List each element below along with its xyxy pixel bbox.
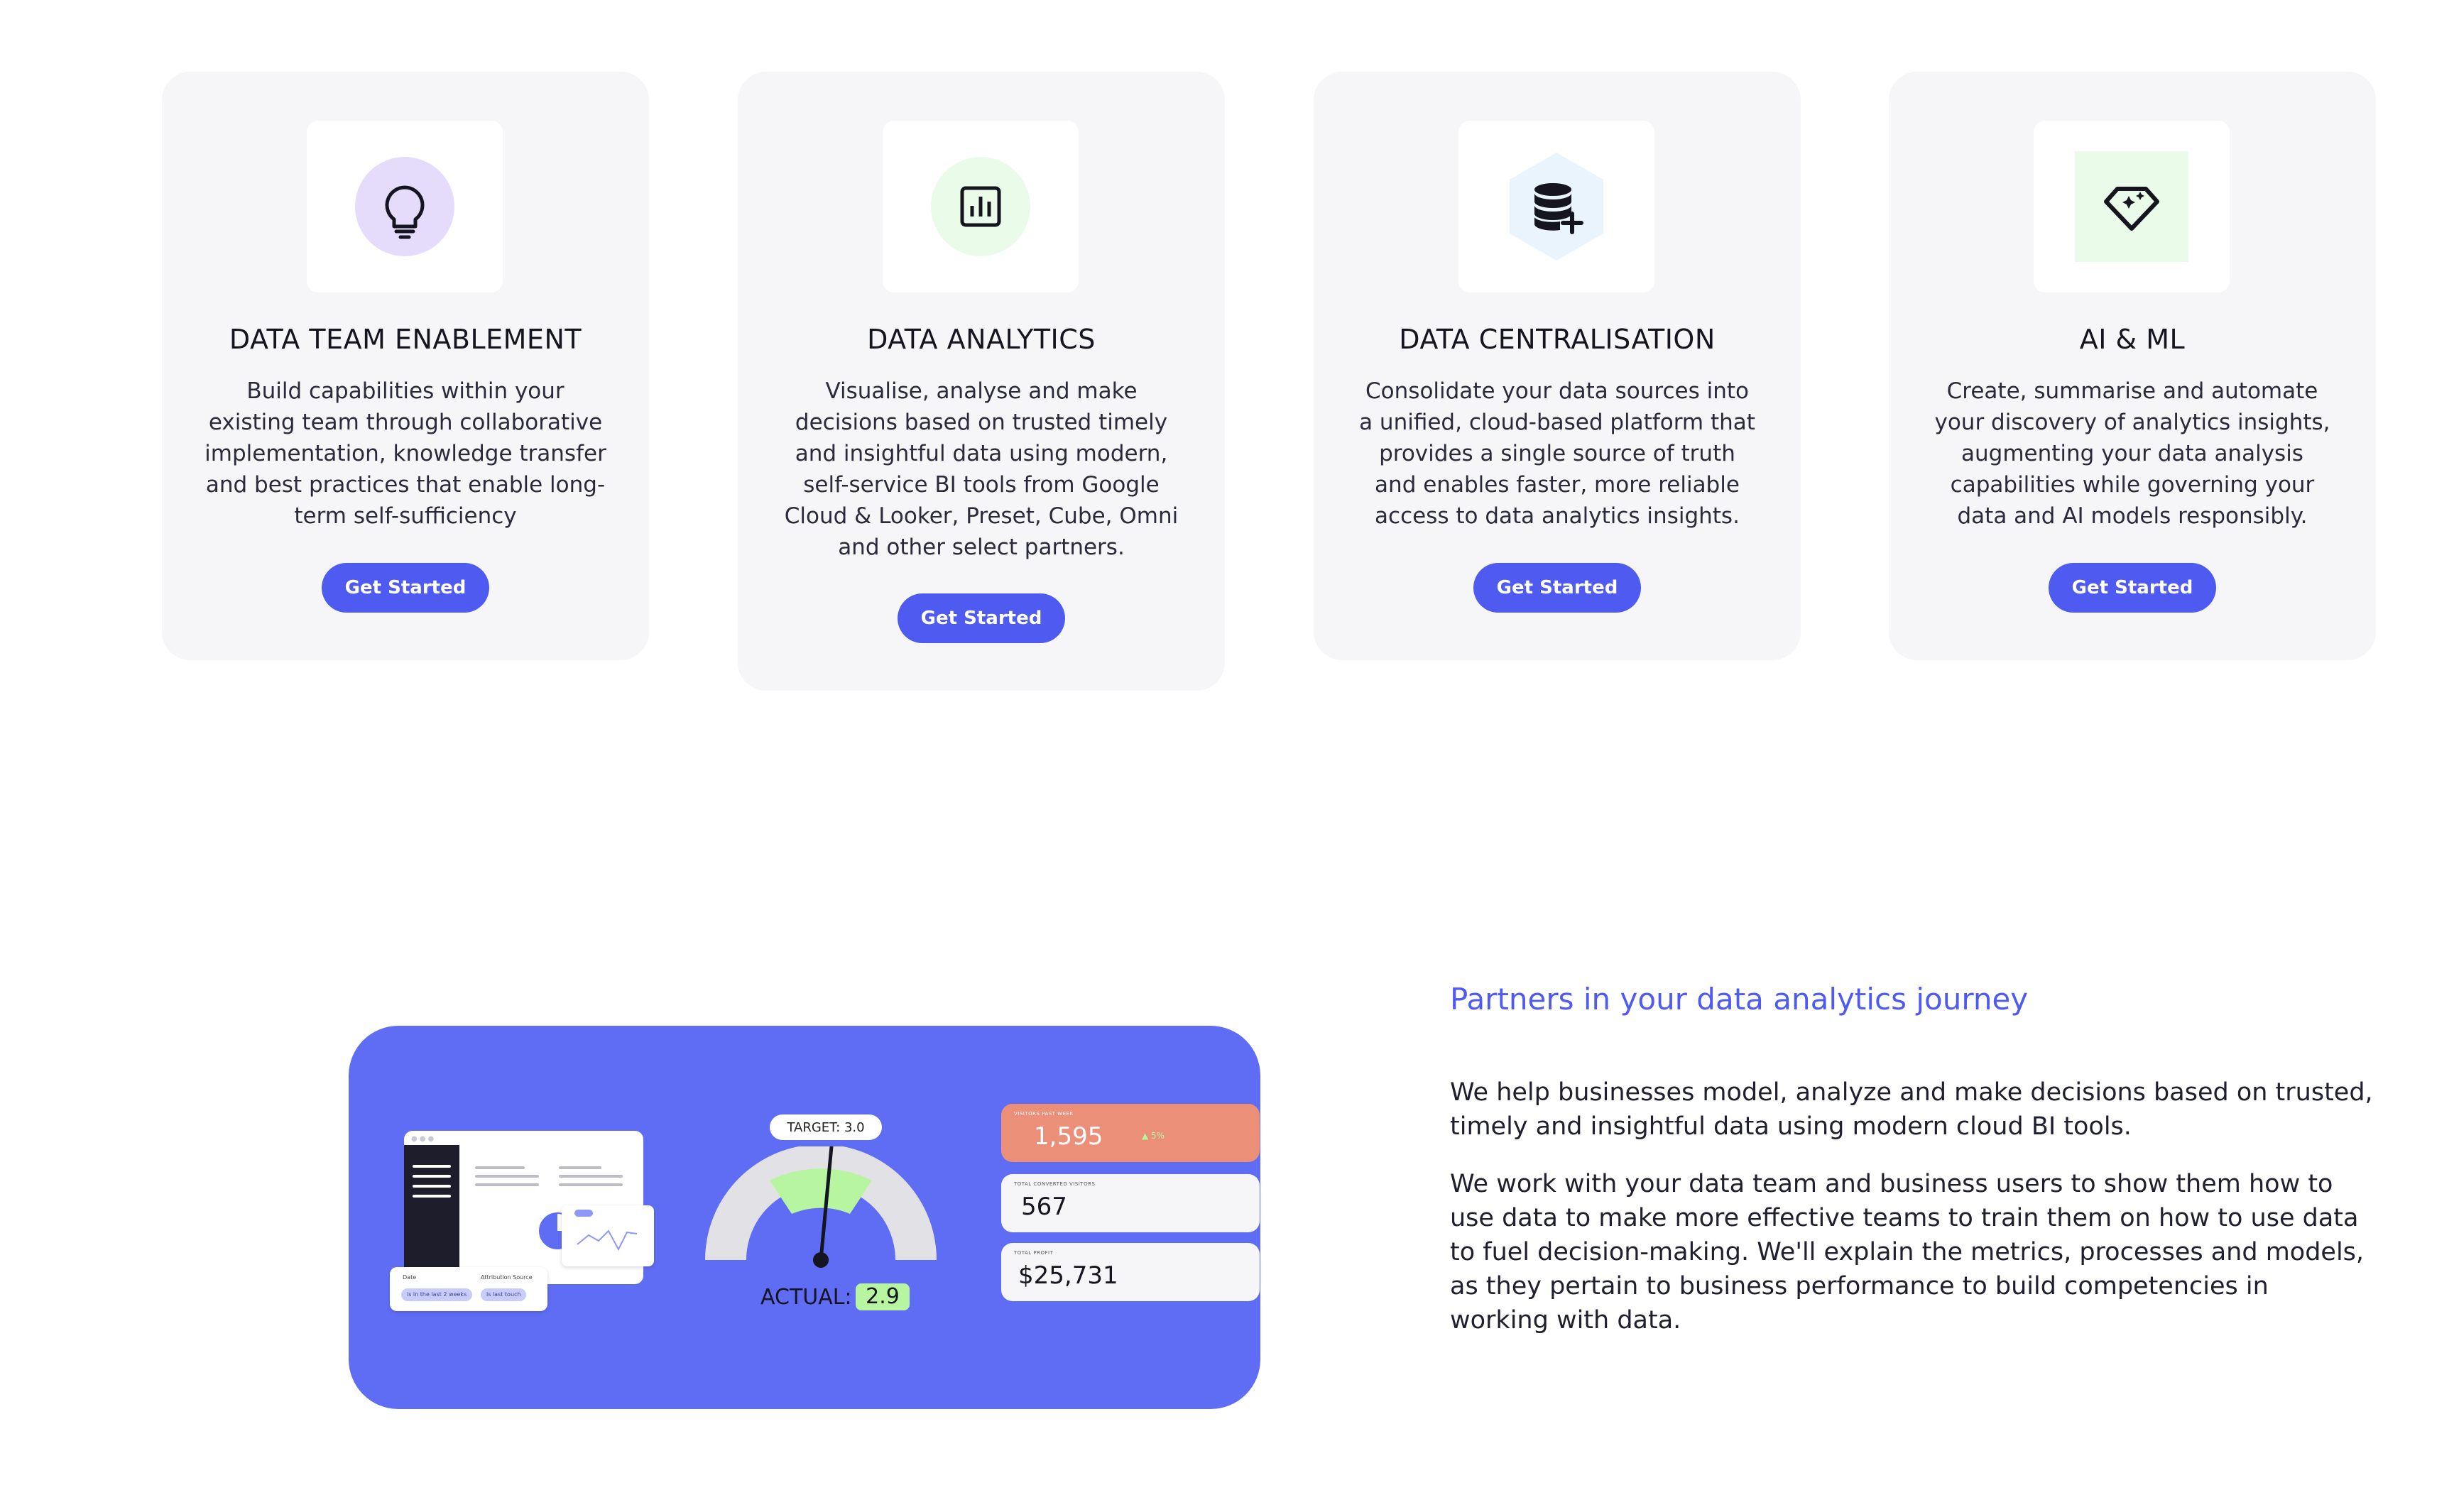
kpi-card: TOTAL CONVERTED VISITORS 567	[1001, 1174, 1260, 1232]
get-started-button[interactable]: Get Started	[1473, 563, 1641, 613]
card-title: DATA ANALYTICS	[867, 324, 1096, 355]
chart-tag	[574, 1210, 593, 1217]
section-heading: Partners in your data analytics journey	[1450, 982, 2029, 1017]
kpi-delta: ▲ 5%	[1142, 1131, 1165, 1141]
icon-tile	[883, 121, 1079, 292]
intro-paragraph: We help businesses model, analyze and ma…	[1450, 1078, 2373, 1141]
gauge-chart	[705, 1146, 937, 1268]
card-description: Visualise, analyse and make decisions ba…	[784, 378, 1179, 560]
dashboard-illustration: ●●● Date Attribution Source is in the la…	[349, 1026, 1260, 1409]
service-card-data-centralisation: DATA CENTRALISATION Consolidate your dat…	[1314, 72, 1801, 660]
service-card-ai-ml: AI & ML Create, summarise and automate y…	[1889, 72, 2376, 660]
actual-label: ACTUAL:	[760, 1285, 852, 1310]
card-description: Build capabilities within your existing …	[204, 378, 606, 529]
service-card-data-analytics: DATA ANALYTICS Visualise, analyse and ma…	[738, 72, 1225, 691]
kpi-value: $25,731	[1018, 1261, 1118, 1290]
actual-value: 2.9	[856, 1283, 910, 1310]
dashboard-sidebar	[404, 1145, 459, 1284]
kpi-caption: VISITORS PAST WEEK	[1014, 1111, 1074, 1117]
filter-label: Attribution Source	[481, 1274, 533, 1281]
line-chart-widget	[562, 1205, 654, 1266]
bar-chart-icon	[931, 157, 1030, 256]
filter-chip: is in the last 2 weeks	[401, 1288, 473, 1301]
icon-tile	[1458, 121, 1654, 292]
diamond-sparkle-icon	[2075, 151, 2188, 262]
card-title: DATA CENTRALISATION	[1399, 324, 1716, 355]
icon-tile	[2034, 121, 2230, 292]
card-description: Create, summarise and automate your disc…	[1934, 378, 2330, 529]
body-paragraph: We work with your data team and business…	[1450, 1170, 2365, 1335]
get-started-button[interactable]: Get Started	[322, 563, 489, 613]
filter-label: Date	[403, 1274, 417, 1281]
kpi-card: TOTAL PROFIT $25,731	[1001, 1243, 1260, 1301]
window-dots: ●●●	[411, 1135, 437, 1143]
card-title: AI & ML	[2079, 324, 2186, 355]
filter-chip: is last touch	[481, 1288, 527, 1301]
filter-card: Date Attribution Source is in the last 2…	[390, 1267, 547, 1311]
get-started-button[interactable]: Get Started	[2049, 563, 2216, 613]
kpi-caption: TOTAL CONVERTED VISITORS	[1014, 1181, 1096, 1187]
lightbulb-icon	[355, 157, 454, 256]
kpi-caption: TOTAL PROFIT	[1014, 1250, 1054, 1256]
kpi-card: VISITORS PAST WEEK 1,595 ▲ 5%	[1001, 1104, 1260, 1162]
target-pill: TARGET: 3.0	[770, 1114, 882, 1140]
kpi-value: 1,595	[1034, 1122, 1103, 1151]
card-description: Consolidate your data sources into a uni…	[1359, 378, 1755, 529]
gauge-pivot	[813, 1252, 829, 1268]
database-plus-icon	[1510, 153, 1603, 261]
service-card-data-team-enablement: DATA TEAM ENABLEMENT Build capabilities …	[162, 72, 649, 660]
card-title: DATA TEAM ENABLEMENT	[229, 324, 582, 355]
get-started-button[interactable]: Get Started	[898, 593, 1065, 643]
icon-tile	[307, 121, 503, 292]
kpi-value: 567	[1021, 1193, 1067, 1221]
